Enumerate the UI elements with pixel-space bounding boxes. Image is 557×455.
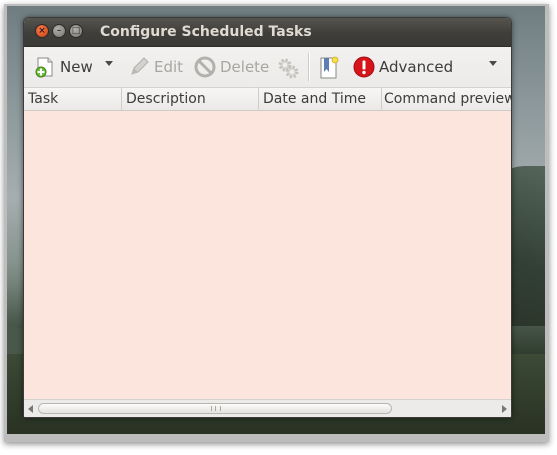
- close-icon[interactable]: ×: [35, 24, 49, 38]
- edit-button-label: Edit: [154, 58, 184, 76]
- warning-icon: [353, 56, 375, 78]
- horizontal-scrollbar[interactable]: [24, 399, 511, 417]
- scrollbar-grip: [211, 406, 221, 411]
- bookmark-icon: [318, 56, 340, 79]
- minimize-icon[interactable]: –: [52, 24, 66, 38]
- column-header-command-preview[interactable]: Command preview: [380, 88, 511, 110]
- scroll-left-arrow[interactable]: [28, 405, 33, 413]
- new-button-label: New: [60, 58, 93, 76]
- new-dropdown-arrow[interactable]: [105, 61, 113, 66]
- run-task-button[interactable]: [276, 52, 302, 82]
- column-header-task[interactable]: Task: [24, 88, 122, 110]
- toolbar: New Edit Delete Advanced: [24, 47, 511, 88]
- window-title: Configure Scheduled Tasks: [100, 24, 312, 40]
- scroll-right-arrow[interactable]: [502, 405, 507, 413]
- scrollbar-thumb[interactable]: [38, 403, 392, 414]
- advanced-button-label: Advanced: [379, 58, 454, 76]
- task-list[interactable]: [24, 111, 511, 399]
- delete-button-label: Delete: [220, 58, 270, 76]
- pencil-icon: [128, 56, 150, 78]
- maximize-icon[interactable]: □: [69, 24, 83, 38]
- edit-button[interactable]: Edit: [128, 52, 183, 82]
- gears-icon: [276, 56, 299, 79]
- new-document-icon: [34, 56, 56, 78]
- advanced-button[interactable]: Advanced: [353, 52, 453, 82]
- column-header-description[interactable]: Description: [122, 88, 259, 110]
- no-entry-icon: [194, 56, 216, 78]
- toolbar-overflow-arrow[interactable]: [489, 61, 497, 66]
- templates-button[interactable]: [318, 52, 344, 82]
- column-header-date-time[interactable]: Date and Time: [259, 88, 382, 110]
- toolbar-separator: [308, 53, 310, 81]
- delete-button[interactable]: Delete: [194, 52, 269, 82]
- table-header: Task Description Date and Time Command p…: [24, 88, 511, 111]
- new-button[interactable]: New: [34, 52, 93, 82]
- titlebar: × – □ Configure Scheduled Tasks: [24, 18, 511, 47]
- scheduled-tasks-window: × – □ Configure Scheduled Tasks New Edit…: [23, 17, 512, 418]
